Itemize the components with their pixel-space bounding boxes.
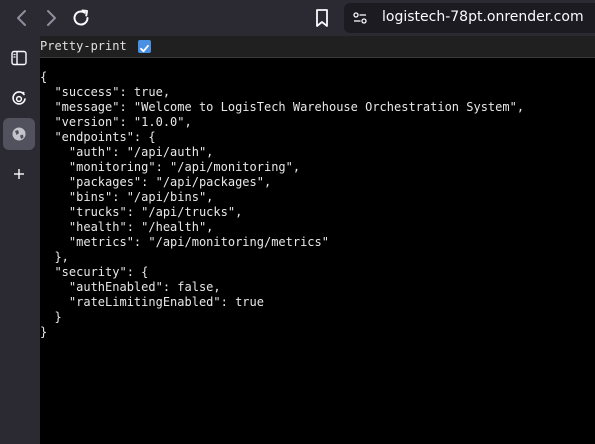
json-line: "monitoring": "/api/monitoring", xyxy=(40,160,301,174)
json-line: "auth": "/api/auth", xyxy=(40,145,214,159)
sidebar-toggle-button[interactable] xyxy=(3,42,35,74)
json-line: "metrics": "/api/monitoring/metrics" xyxy=(40,235,329,249)
pretty-print-checkbox[interactable] xyxy=(138,40,151,53)
json-line: "success": true, xyxy=(40,85,171,99)
sidebar-toggle-icon xyxy=(11,50,27,66)
json-line: "endpoints": { xyxy=(40,130,156,144)
globe-icon xyxy=(12,127,26,141)
bookmark-button[interactable] xyxy=(310,6,334,30)
json-line: "packages": "/api/packages", xyxy=(40,175,272,189)
forward-button[interactable] xyxy=(39,6,63,30)
browser-toolbar: logistech-78pt.onrender.com xyxy=(0,0,595,36)
assistant-icon xyxy=(12,91,26,105)
add-icon xyxy=(14,169,24,179)
json-line: "version": "1.0.0", xyxy=(40,115,192,129)
json-line: "authEnabled": false, xyxy=(40,280,221,294)
back-button[interactable] xyxy=(10,6,34,30)
json-line: } xyxy=(40,310,62,324)
add-button[interactable] xyxy=(3,158,35,190)
json-line: "rateLimitingEnabled": true xyxy=(40,295,264,309)
json-viewer: Pretty-print { "success": true, "message… xyxy=(40,36,595,444)
pretty-print-bar: Pretty-print xyxy=(40,36,595,58)
checkmark-icon xyxy=(140,44,149,53)
json-content: { "success": true, "message": "Welcome t… xyxy=(40,58,595,444)
json-line: } xyxy=(40,325,48,339)
globe-button[interactable] xyxy=(3,118,35,150)
reload-icon xyxy=(73,9,89,26)
json-line: "health": "/health", xyxy=(40,220,214,234)
json-line: "security": { xyxy=(40,265,149,279)
url-bar[interactable]: logistech-78pt.onrender.com xyxy=(344,3,595,33)
back-icon xyxy=(17,10,26,26)
forward-icon xyxy=(47,10,56,26)
json-line: }, xyxy=(40,250,69,264)
json-line: "message": "Welcome to LogisTech Warehou… xyxy=(40,100,525,114)
json-line: "bins": "/api/bins", xyxy=(40,190,214,204)
pretty-print-label: Pretty-print xyxy=(40,39,127,53)
bookmark-icon xyxy=(316,9,328,27)
site-info-icon[interactable] xyxy=(352,10,368,26)
sidebar xyxy=(0,36,40,444)
json-line: "trucks": "/api/trucks", xyxy=(40,205,243,219)
reload-button[interactable] xyxy=(69,6,93,30)
assistant-button[interactable] xyxy=(3,82,35,114)
json-line: { xyxy=(40,70,48,84)
url-text[interactable]: logistech-78pt.onrender.com xyxy=(382,9,584,25)
